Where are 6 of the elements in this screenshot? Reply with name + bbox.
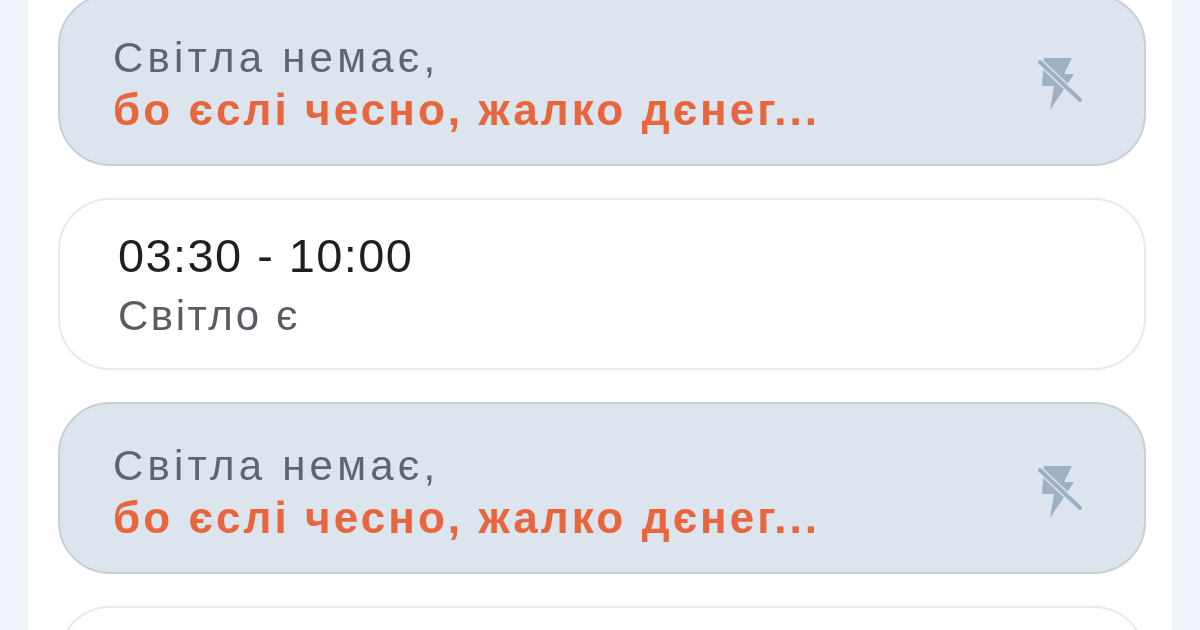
note-text: бо єслі чесно, жалко дєнег... xyxy=(113,84,821,136)
note-text: бо єслі чесно, жалко дєнег... xyxy=(113,492,821,544)
status-text: Світла немає, xyxy=(113,441,441,491)
time-range-text: 03:30 - 10:00 xyxy=(118,228,415,284)
status-text: Світло є xyxy=(118,291,301,341)
status-text: Світла немає, xyxy=(113,33,441,83)
